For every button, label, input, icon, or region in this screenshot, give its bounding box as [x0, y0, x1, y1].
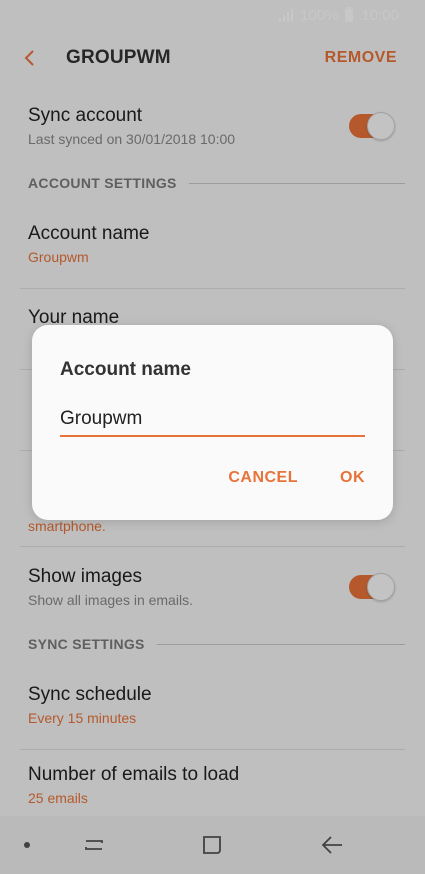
account-name-dialog: Account name CANCEL OK	[32, 325, 393, 520]
settings-screen: 100% 10:00 GROUPWM REMOVE Sync account L…	[0, 0, 425, 874]
dialog-actions: CANCEL OK	[228, 469, 365, 487]
account-name-input[interactable]	[60, 403, 365, 437]
cancel-button[interactable]: CANCEL	[228, 469, 298, 487]
ok-button[interactable]: OK	[340, 469, 365, 487]
dialog-title: Account name	[60, 359, 191, 380]
